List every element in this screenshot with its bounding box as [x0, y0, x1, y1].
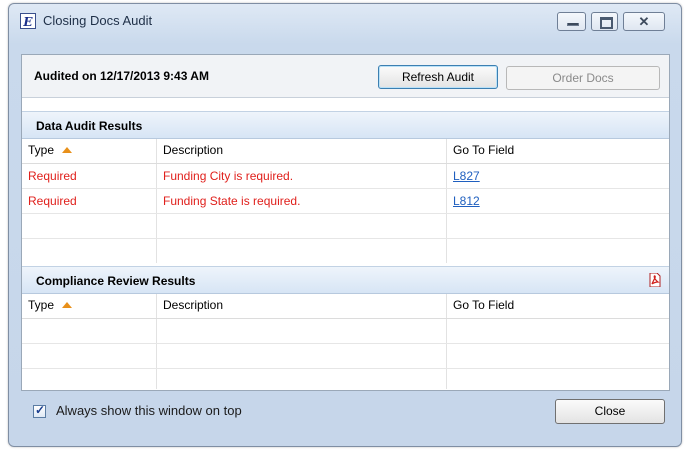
- sort-ascending-icon: [62, 302, 73, 308]
- column-label: Go To Field: [453, 143, 515, 157]
- order-docs-button[interactable]: Order Docs: [506, 66, 660, 90]
- maximize-button[interactable]: [591, 12, 618, 31]
- closing-docs-audit-window: E Closing Docs Audit ✕ Audited on 12/17/…: [8, 3, 682, 447]
- column-header-go-to-field[interactable]: Go To Field: [446, 139, 669, 163]
- minimize-button[interactable]: [557, 12, 586, 31]
- column-label: Type: [28, 143, 55, 157]
- go-to-field-link[interactable]: L827: [453, 169, 480, 183]
- table-row[interactable]: Required Funding City is required. L827: [22, 164, 669, 189]
- section-title: Data Audit Results: [36, 119, 143, 133]
- close-icon: ✕: [638, 14, 650, 29]
- empty-cell: [22, 319, 156, 343]
- empty-row: [22, 319, 669, 344]
- empty-cell: [22, 239, 156, 263]
- refresh-audit-button[interactable]: Refresh Audit: [378, 65, 498, 89]
- go-to-field-link[interactable]: L812: [453, 194, 480, 208]
- audit-header: Audited on 12/17/2013 9:43 AM Refresh Au…: [22, 55, 669, 98]
- empty-cell: [22, 369, 156, 389]
- always-on-top-label[interactable]: Always show this window on top: [56, 403, 242, 418]
- checkmark-icon: ✓: [35, 403, 46, 417]
- pdf-export-icon[interactable]: [649, 273, 661, 287]
- cell-type: Required: [28, 169, 77, 183]
- empty-cell: [156, 319, 446, 343]
- column-label: Description: [163, 298, 224, 312]
- table-row[interactable]: Required Funding State is required. L812: [22, 189, 669, 214]
- sort-ascending-icon: [62, 147, 73, 153]
- column-header-description[interactable]: Description: [156, 139, 446, 163]
- empty-cell: [156, 214, 446, 238]
- column-label: Description: [163, 143, 224, 157]
- column-header-go-to-field[interactable]: Go To Field: [446, 294, 669, 318]
- window-close-button[interactable]: ✕: [623, 12, 665, 31]
- audit-panel: Audited on 12/17/2013 9:43 AM Refresh Au…: [21, 54, 670, 391]
- cell-go-to-field: L827: [446, 164, 669, 188]
- empty-cell: [22, 214, 156, 238]
- data-audit-results-header: Data Audit Results: [22, 111, 669, 139]
- empty-cell: [446, 369, 669, 389]
- window-title: Closing Docs Audit: [43, 13, 153, 28]
- data-audit-column-header: Type Description Go To Field: [22, 139, 669, 164]
- section-title: Compliance Review Results: [36, 274, 196, 288]
- cell-type: Required: [28, 194, 77, 208]
- cell-go-to-field: L812: [446, 189, 669, 213]
- compliance-review-results-header: Compliance Review Results: [22, 266, 669, 294]
- maximize-icon: [600, 17, 613, 29]
- empty-row: [22, 369, 669, 389]
- empty-cell: [156, 344, 446, 368]
- audited-timestamp: Audited on 12/17/2013 9:43 AM: [34, 69, 209, 83]
- empty-cell: [446, 239, 669, 263]
- column-header-type[interactable]: Type: [22, 139, 156, 163]
- empty-row: [22, 344, 669, 369]
- column-header-description[interactable]: Description: [156, 294, 446, 318]
- title-bar[interactable]: E Closing Docs Audit ✕: [9, 4, 681, 38]
- app-logo-icon: E: [20, 13, 36, 29]
- empty-cell: [22, 344, 156, 368]
- compliance-column-header: Type Description Go To Field: [22, 294, 669, 319]
- column-label: Go To Field: [453, 298, 515, 312]
- empty-cell: [156, 369, 446, 389]
- close-button[interactable]: Close: [555, 399, 665, 424]
- empty-row: [22, 214, 669, 239]
- cell-description: Funding State is required.: [156, 189, 446, 213]
- empty-cell: [156, 239, 446, 263]
- empty-cell: [446, 319, 669, 343]
- cell-description: Funding City is required.: [156, 164, 446, 188]
- always-on-top-checkbox[interactable]: ✓: [33, 403, 46, 418]
- empty-cell: [446, 214, 669, 238]
- empty-row: [22, 239, 669, 263]
- empty-cell: [446, 344, 669, 368]
- minimize-icon: [567, 23, 579, 26]
- column-label: Type: [28, 298, 55, 312]
- column-header-type[interactable]: Type: [22, 294, 156, 318]
